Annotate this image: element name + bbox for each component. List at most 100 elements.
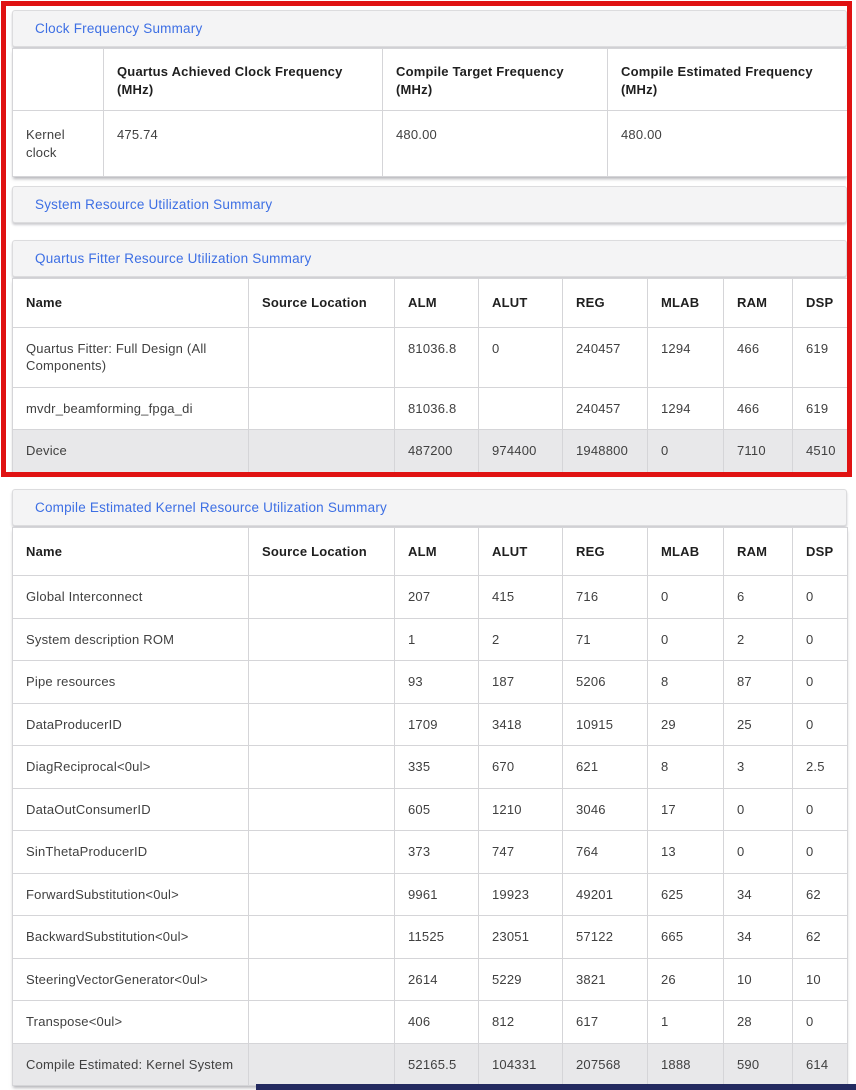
column-header: MLAB: [647, 278, 724, 328]
row-name-cell: Compile Estimated: Kernel System: [12, 1042, 249, 1086]
value-cell: 415: [478, 575, 563, 619]
value-cell: 1709: [394, 702, 479, 746]
row-name-cell: DataOutConsumerID: [12, 787, 249, 831]
value-cell: 240457: [562, 386, 648, 430]
value-cell: 187: [478, 660, 563, 704]
value-cell: 3: [723, 745, 793, 789]
value-cell: 62: [792, 872, 848, 916]
value-cell: 5229: [478, 957, 563, 1001]
source-location-cell: [248, 575, 395, 619]
value-cell: 207: [394, 575, 479, 619]
table-row: SinThetaProducerID 373 747 764 13 0 0: [12, 830, 848, 874]
value-cell: 764: [562, 830, 648, 874]
table-row: DataOutConsumerID 605 1210 3046 17 0 0: [12, 787, 848, 831]
value-cell: 13: [647, 830, 724, 874]
section-link-compile-estimated[interactable]: Compile Estimated Kernel Resource Utiliz…: [35, 500, 387, 515]
value-cell: 665: [647, 915, 724, 959]
value-cell: 81036.8: [394, 326, 479, 388]
value-cell: [478, 386, 563, 430]
value-cell: 19923: [478, 872, 563, 916]
value-cell: 621: [562, 745, 648, 789]
row-name-cell: Global Interconnect: [12, 575, 249, 619]
value-cell: 52165.5: [394, 1042, 479, 1086]
table-header-row: Name Source Location ALM ALUT REG MLAB RAM DSP: [12, 278, 848, 328]
row-name-cell: SinThetaProducerID: [12, 830, 249, 874]
value-cell: 7110: [723, 429, 793, 473]
section-link-quartus-fitter[interactable]: Quartus Fitter Resource Utilization Summ…: [35, 251, 311, 266]
column-header: Source Location: [248, 526, 395, 576]
value-cell: 0: [792, 660, 848, 704]
value-cell: 670: [478, 745, 563, 789]
source-location-cell: [248, 787, 395, 831]
section-header-clock-frequency[interactable]: Clock Frequency Summary: [12, 10, 847, 47]
value-cell: 8: [647, 745, 724, 789]
table-row: DiagReciprocal<0ul> 335 670 621 8 3 2.5: [12, 745, 848, 789]
value-cell: 10: [723, 957, 793, 1001]
row-name-cell: Kernel clock: [12, 110, 104, 177]
section-header-system-resource[interactable]: System Resource Utilization Summary: [12, 186, 847, 223]
column-header: Name: [12, 278, 249, 328]
value-cell: 590: [723, 1042, 793, 1086]
table-row: System description ROM 1 2 71 0 2 0: [12, 617, 848, 661]
row-name-cell: ForwardSubstitution<0ul>: [12, 872, 249, 916]
value-cell: 28: [723, 1000, 793, 1044]
row-name-cell: Quartus Fitter: Full Design (All Compone…: [12, 326, 249, 388]
source-location-cell: [248, 386, 395, 430]
value-cell: 0: [792, 702, 848, 746]
column-header: [12, 48, 104, 111]
value-cell: 335: [394, 745, 479, 789]
value-cell: 466: [723, 326, 793, 388]
section-header-compile-estimated[interactable]: Compile Estimated Kernel Resource Utiliz…: [12, 488, 847, 526]
source-location-cell: [248, 872, 395, 916]
source-location-cell: [248, 745, 395, 789]
section-link-clock-frequency[interactable]: Clock Frequency Summary: [35, 21, 202, 36]
value-cell: 716: [562, 575, 648, 619]
source-location-cell: [248, 660, 395, 704]
row-name-cell: Device: [12, 429, 249, 473]
table-row: DataProducerID 1709 3418 10915 29 25 0: [12, 702, 848, 746]
value-cell: 5206: [562, 660, 648, 704]
value-cell: 2: [478, 617, 563, 661]
section-header-quartus-fitter[interactable]: Quartus Fitter Resource Utilization Summ…: [12, 240, 847, 277]
column-header: REG: [562, 526, 648, 576]
value-cell: 34: [723, 872, 793, 916]
value-cell: 619: [792, 326, 848, 388]
table-row: ForwardSubstitution<0ul> 9961 19923 49201 62…: [12, 872, 848, 916]
row-name-cell: Pipe resources: [12, 660, 249, 704]
value-cell: 62: [792, 915, 848, 959]
value-cell: 619: [792, 386, 848, 430]
value-cell: 6: [723, 575, 793, 619]
value-cell: 605: [394, 787, 479, 831]
table-row: SteeringVectorGenerator<0ul> 2614 5229 3821…: [12, 957, 848, 1001]
clock-frequency-table: Quartus Achieved Clock Frequency (MHz) Co…: [12, 48, 848, 177]
report-content: Clock Frequency Summary Quartus Achieved…: [12, 0, 848, 1086]
value-cell: 812: [478, 1000, 563, 1044]
value-cell: 23051: [478, 915, 563, 959]
value-cell: 1: [647, 1000, 724, 1044]
value-cell: 8: [647, 660, 724, 704]
table-row: Quartus Fitter: Full Design (All Compone…: [12, 326, 848, 388]
table-row: Device 487200 974400 1948800 0 7110 4510: [12, 429, 848, 473]
table-header-row: Name Source Location ALM ALUT REG MLAB RAM DSP: [12, 526, 848, 576]
value-cell: 2.5: [792, 745, 848, 789]
table-row: Kernel clock 475.74 480.00 480.00: [12, 110, 848, 177]
row-name-cell: DataProducerID: [12, 702, 249, 746]
value-cell: 4510: [792, 429, 848, 473]
value-cell: 373: [394, 830, 479, 874]
row-name-cell: DiagReciprocal<0ul>: [12, 745, 249, 789]
value-cell: 26: [647, 957, 724, 1001]
bottom-navy-bar: [256, 1084, 856, 1090]
table-row: Pipe resources 93 187 5206 8 87 0: [12, 660, 848, 704]
value-cell: 617: [562, 1000, 648, 1044]
source-location-cell: [248, 1042, 395, 1086]
quartus-fitter-table: Name Source Location ALM ALUT REG MLAB RAM DSP …: [12, 278, 848, 473]
source-location-cell: [248, 915, 395, 959]
source-location-cell: [248, 617, 395, 661]
value-cell: 240457: [562, 326, 648, 388]
value-cell: 0: [792, 787, 848, 831]
value-cell: 9961: [394, 872, 479, 916]
section-link-system-resource[interactable]: System Resource Utilization Summary: [35, 197, 272, 212]
source-location-cell: [248, 702, 395, 746]
row-name-cell: BackwardSubstitution<0ul>: [12, 915, 249, 959]
table-row: Global Interconnect 207 415 716 0 6 0: [12, 575, 848, 619]
